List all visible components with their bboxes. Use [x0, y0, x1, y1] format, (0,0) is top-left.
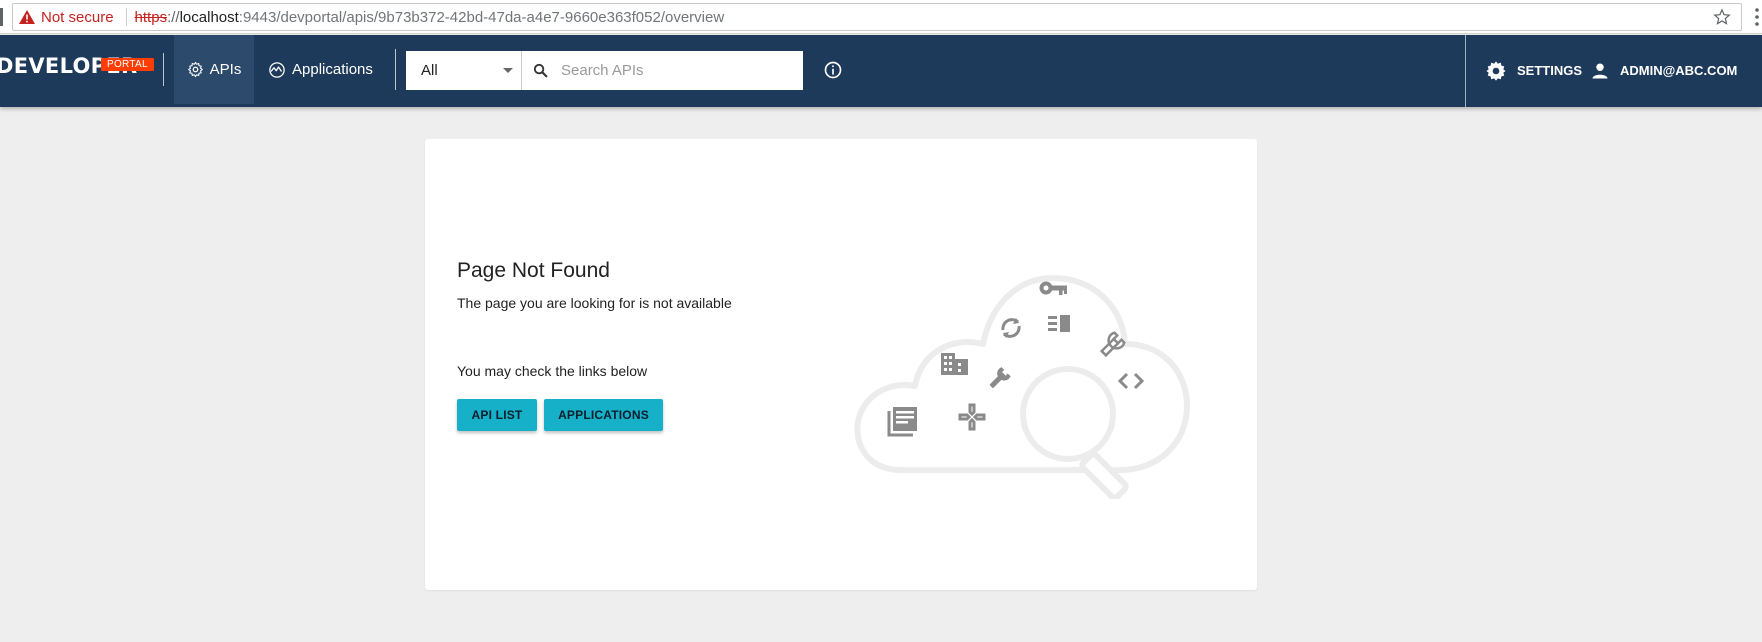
user-label: ADMIN@ABC.COM — [1620, 63, 1738, 78]
app-header: DEVELOPER PORTAL APIs Applications All S… — [0, 35, 1762, 107]
magnifier-icon — [1020, 366, 1129, 499]
security-label: Not secure — [41, 8, 114, 26]
address-bar[interactable]: Not secure https://localhost:9443/devpor… — [12, 3, 1742, 31]
search-scope-value: All — [421, 62, 438, 79]
nav-apis[interactable]: APIs — [174, 35, 254, 104]
build-icon — [1099, 331, 1126, 358]
url-host: localhost — [179, 8, 239, 26]
gear-icon — [187, 61, 203, 78]
settings-icon — [1486, 60, 1506, 81]
sync-icon — [1001, 318, 1021, 338]
url-path: :9443/devportal/apis/9b73b372-42bd-47da-… — [238, 8, 725, 26]
info-icon[interactable] — [823, 60, 843, 80]
brand-badge: PORTAL — [101, 58, 154, 71]
person-icon — [1592, 63, 1608, 78]
key-icon — [1039, 281, 1067, 295]
search-input[interactable] — [561, 62, 781, 79]
user-menu[interactable]: ADMIN@ABC.COM — [1590, 35, 1737, 106]
warning-icon — [19, 10, 35, 24]
back-edge-icon — [0, 8, 3, 26]
code-icon — [1117, 372, 1145, 390]
url-scheme-separator: :// — [167, 8, 180, 26]
url-scheme: https — [134, 8, 168, 26]
nav-apis-label: APIs — [209, 61, 242, 78]
settings-button[interactable]: SETTINGS — [1485, 35, 1582, 106]
gamepad-icon — [958, 403, 986, 431]
search-scope-select[interactable]: All — [406, 51, 522, 90]
nav-applications-label: Applications — [292, 61, 373, 78]
security-indicator[interactable]: Not secure — [13, 4, 114, 30]
header-divider — [163, 53, 164, 86]
header-divider — [1465, 35, 1466, 107]
search-icon — [533, 63, 548, 78]
activity-icon — [269, 61, 285, 78]
api-list-button[interactable]: API LIST — [457, 399, 537, 431]
not-found-card: Page Not Found The page you are looking … — [425, 139, 1257, 590]
links-hint: You may check the links below — [457, 363, 648, 379]
not-found-message: The page you are looking for is not avai… — [457, 295, 732, 311]
nav-applications[interactable]: Applications — [268, 35, 373, 104]
library-icon — [887, 407, 917, 437]
header-divider — [395, 49, 396, 90]
url-divider — [125, 8, 127, 26]
cloud-icon — [854, 275, 1190, 473]
page-title: Page Not Found — [457, 259, 610, 282]
applications-button[interactable]: APPLICATIONS — [544, 399, 663, 431]
wrench-icon — [989, 367, 1011, 388]
chevron-down-icon — [503, 68, 513, 73]
settings-label: SETTINGS — [1517, 63, 1583, 78]
star-icon[interactable] — [1713, 8, 1731, 26]
list-icon — [1048, 315, 1070, 332]
browser-toolbar: Not secure https://localhost:9443/devpor… — [0, 0, 1762, 34]
building-icon — [941, 353, 968, 375]
browser-menu-icon[interactable] — [1752, 7, 1762, 27]
search-field[interactable] — [522, 51, 803, 90]
not-found-illustration — [854, 275, 1190, 499]
